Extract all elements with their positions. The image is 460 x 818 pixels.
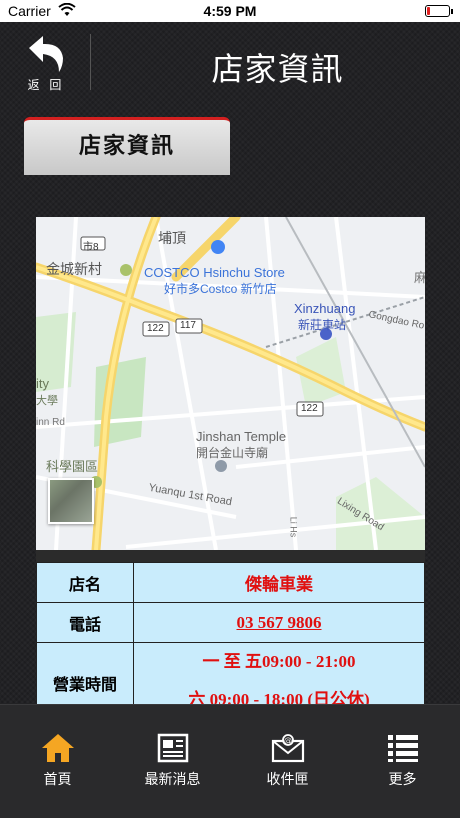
map-label-route8: 市8 [83, 242, 99, 253]
home-icon [41, 734, 74, 762]
map-label-ma: 麻 [414, 270, 425, 285]
screen-background: 返 回 店家資訊 店家資訊 埔頂 市8 金城新村 COSTCO Hsinchu … [0, 22, 460, 723]
tab-more-label: 更多 [388, 772, 417, 788]
back-label: 返 回 [27, 78, 65, 92]
map-label-xue: 大學 [36, 395, 58, 407]
battery-icon [425, 5, 453, 17]
svg-text:@: @ [284, 736, 292, 745]
map-label-costco-zh: 好市多Costco 新竹店 [164, 282, 277, 296]
map-label-science: 科學園區 [46, 459, 99, 474]
phone-label: 電話 [36, 602, 134, 643]
table-row: 店名 傑輪車業 [36, 562, 425, 603]
tab-news[interactable]: 最新消息 [115, 733, 230, 789]
tab-home[interactable]: 首頁 [0, 733, 115, 789]
map-label-puding: 埔頂 [158, 230, 186, 246]
store-info-table: 店名 傑輪車業 電話 03 567 9806 營業時間 一 至 五09:00 -… [36, 562, 425, 723]
map-label-jinshan-zh: 開台金山寺廟 [196, 446, 269, 460]
hours-weekday: 一 至 五09:00 - 21:00 [202, 652, 356, 671]
back-button[interactable]: 返 回 [18, 34, 74, 96]
phone-link[interactable]: 03 567 9806 [237, 613, 322, 632]
map-bottom-bar [36, 550, 425, 562]
tab-home-label: 首頁 [43, 772, 72, 788]
map-label-xinzhuang-en: Xinzhuang [294, 301, 356, 316]
map-label-li: Li Hs [288, 516, 299, 538]
phone-cell: 03 567 9806 [133, 602, 425, 643]
tab-more[interactable]: 更多 [345, 733, 460, 789]
status-bar: Carrier 4:59 PM [0, 0, 460, 22]
map-label-xinzhuang-zh: 新莊車站 [298, 318, 347, 332]
tab-news-label: 最新消息 [144, 772, 201, 788]
map-label-costco-en: COSTCO Hsinchu Store [144, 265, 285, 280]
map-label-road122a: 122 [147, 323, 164, 334]
map-label-jincheng: 金城新村 [46, 261, 102, 277]
mail-icon: @ [271, 734, 304, 763]
list-icon [387, 735, 418, 762]
store-map[interactable]: 埔頂 市8 金城新村 COSTCO Hsinchu Store 好市多Costc… [36, 217, 425, 550]
status-time: 4:59 PM [203, 3, 257, 19]
store-name-label: 店名 [36, 562, 134, 603]
store-name-value: 傑輪車業 [133, 562, 425, 603]
map-label-nnrd: inn Rd [36, 417, 65, 428]
tab-inbox[interactable]: @ 收件匣 [230, 733, 345, 789]
section-tab-store-info[interactable]: 店家資訊 [24, 117, 230, 175]
table-row: 電話 03 567 9806 [36, 602, 425, 643]
nav-bar: 返 回 店家資訊 [0, 22, 460, 100]
nav-divider [90, 34, 91, 90]
tab-bar: 首頁 最新消息 @ 收件匣 更多 [0, 704, 460, 818]
map-label-road117: 117 [180, 320, 196, 331]
newspaper-icon [157, 733, 188, 763]
satellite-toggle-button[interactable] [48, 478, 94, 524]
page-title: 店家資訊 [211, 50, 344, 88]
map-label-jinshan-en: Jinshan Temple [196, 429, 287, 444]
map-label-road122b: 122 [301, 403, 318, 414]
tab-inbox-label: 收件匣 [266, 772, 309, 788]
map-label-ity: ity [36, 376, 49, 391]
back-arrow-icon [29, 36, 63, 72]
